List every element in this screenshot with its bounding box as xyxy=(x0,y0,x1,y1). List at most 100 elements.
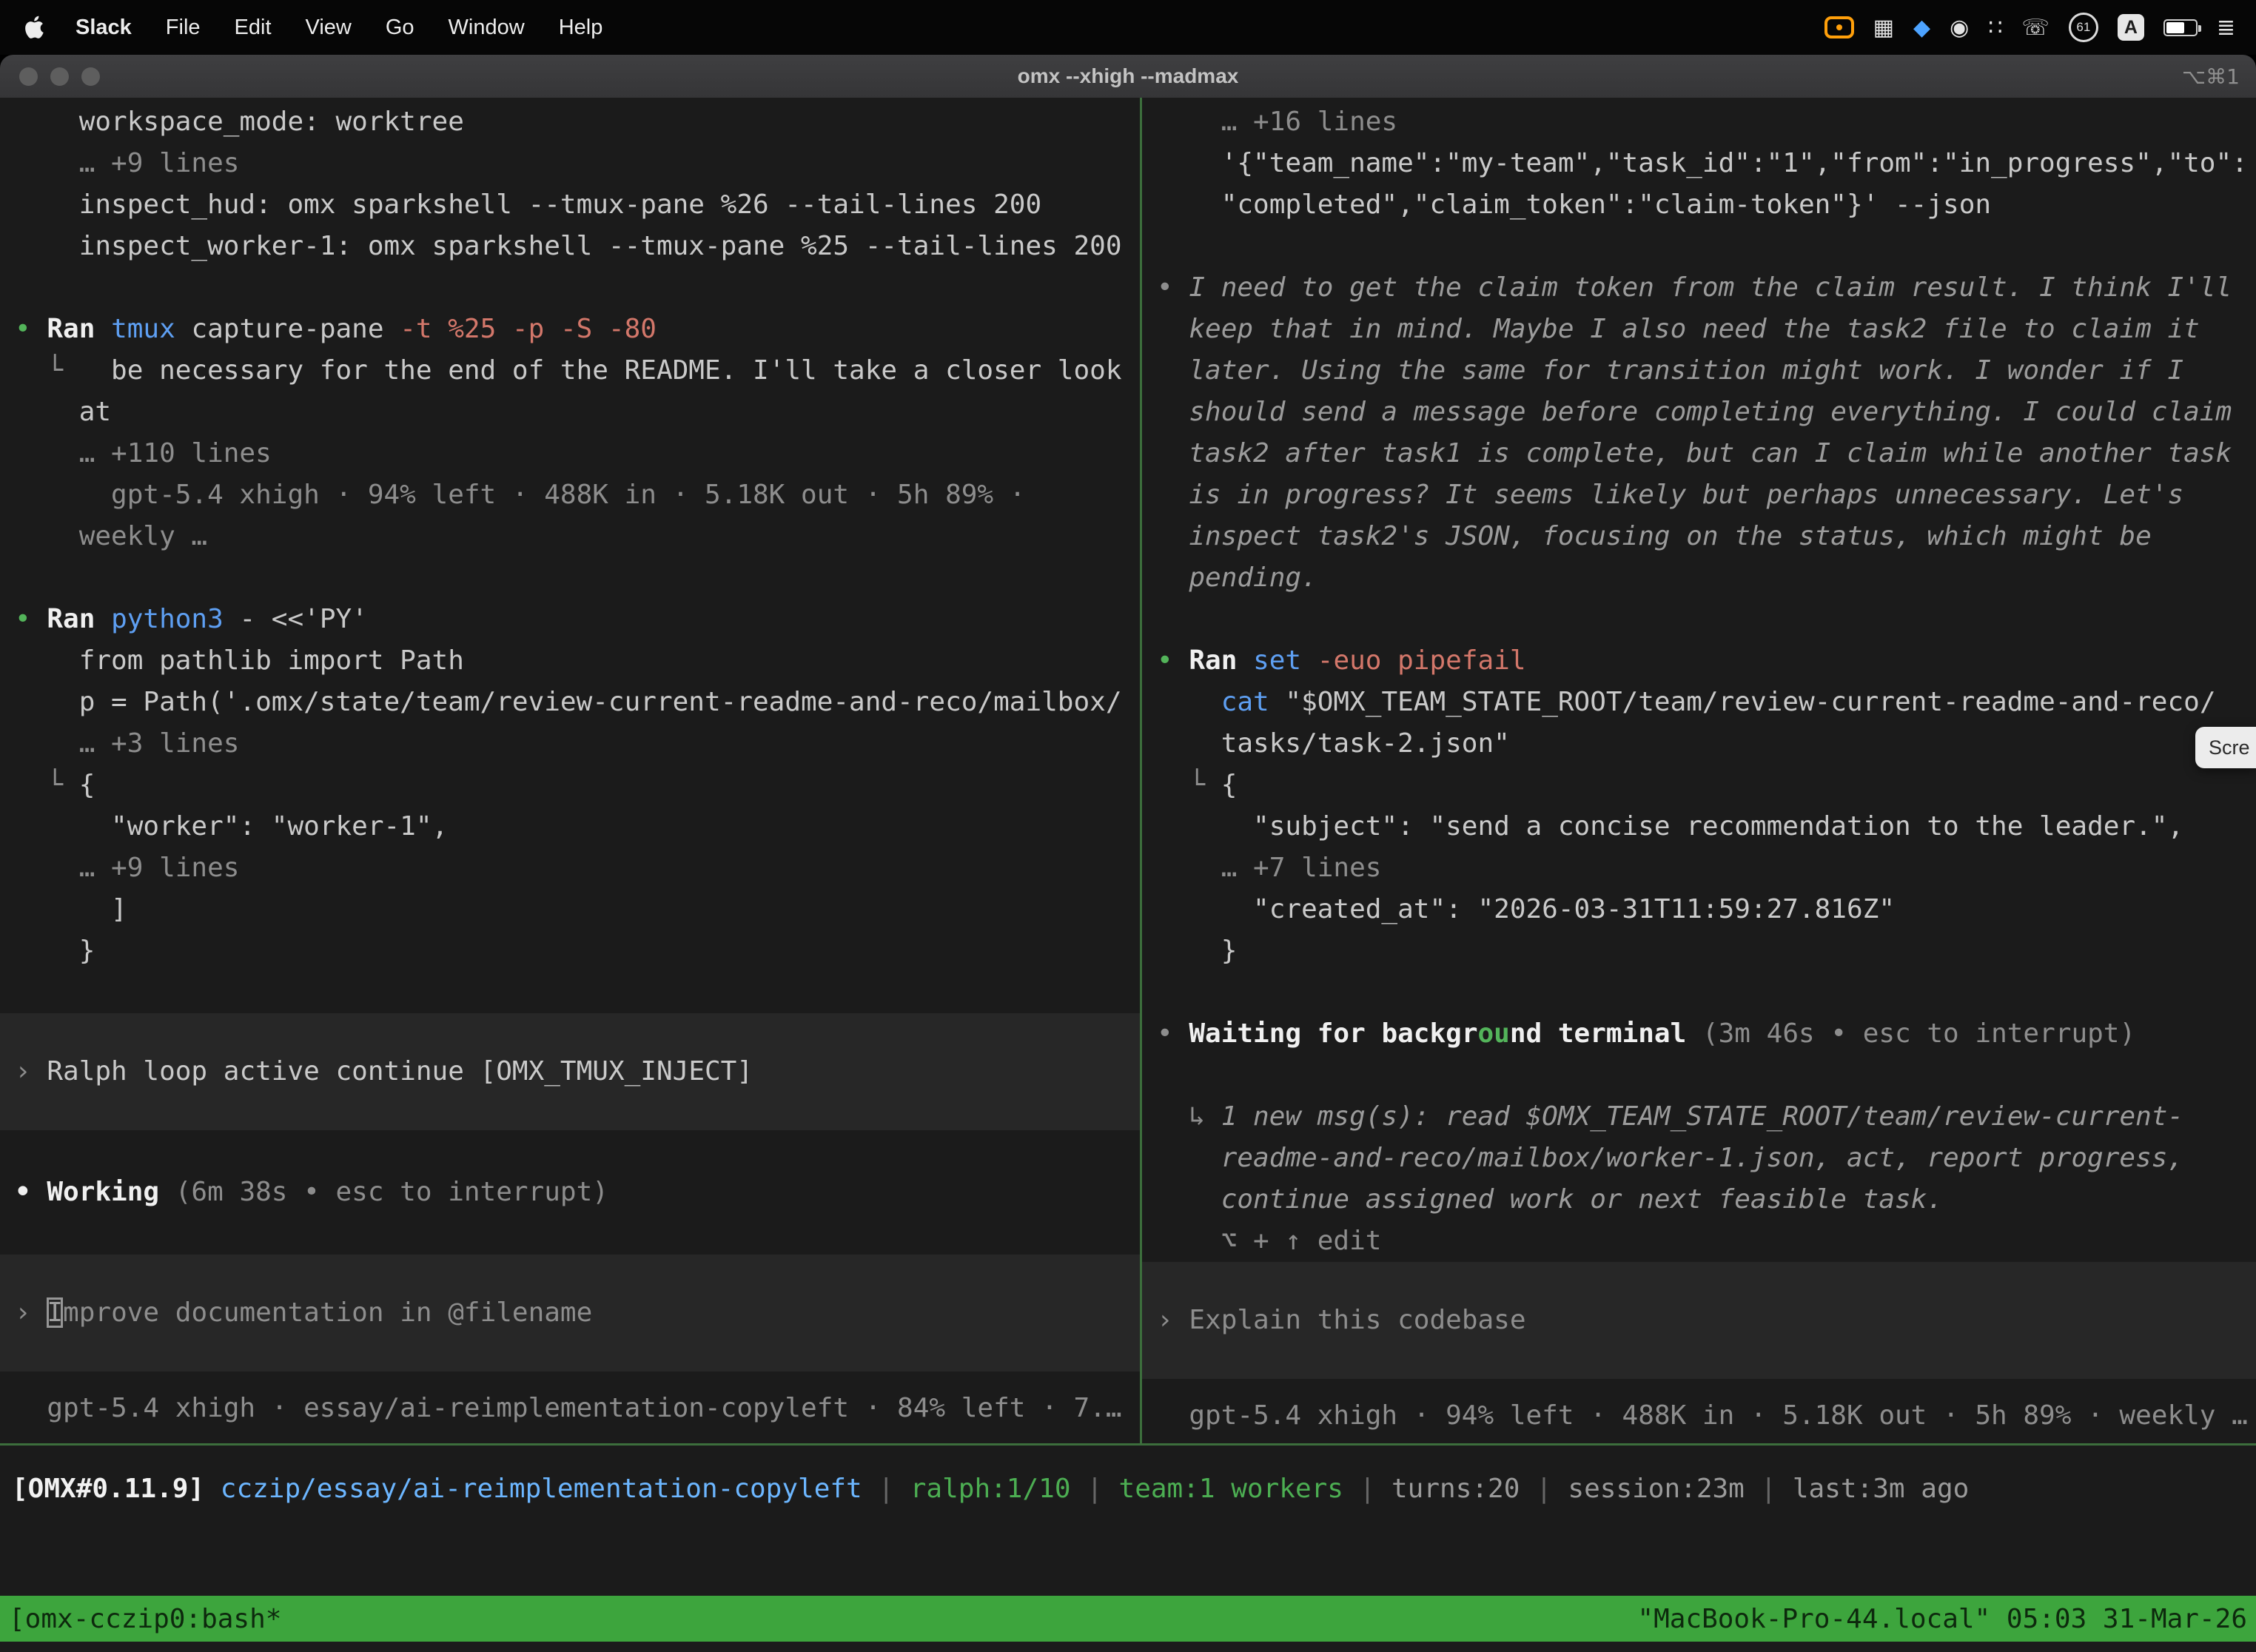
omx-status-segment: | xyxy=(1520,1474,1568,1504)
terminal-line: • Ran set -euo pipefail xyxy=(1142,640,2256,682)
text-segment: nd terminal xyxy=(1510,1018,1702,1049)
text-segment: "completed","claim_token":"claim-token"}… xyxy=(1157,189,1991,220)
terminal-line: … +3 lines xyxy=(0,723,1140,765)
text-segment: Ran xyxy=(47,604,111,634)
text-segment: '{"team_name":"my-team","task_id":"1","f… xyxy=(1157,148,2248,178)
terminal-line: continue assigned work or next feasible … xyxy=(1142,1179,2256,1220)
text-segment: inspect_hud: omx sparkshell --tmux-pane … xyxy=(15,189,1041,220)
menu-slack[interactable]: Slack xyxy=(58,16,149,40)
text-segment: Ran xyxy=(47,314,111,344)
right-pane[interactable]: … +16 lines '{"team_name":"my-team","tas… xyxy=(1142,98,2256,1443)
pane-divider-horizontal xyxy=(0,1443,2256,1446)
text-segment: › xyxy=(15,1297,47,1328)
terminal-line: inspect_worker-1: omx sparkshell --tmux-… xyxy=(0,226,1140,267)
text-segment: … +9 lines xyxy=(15,148,239,178)
text-segment: p = Path('.omx/state/team/review-current… xyxy=(15,687,1122,717)
omx-status-segment: team:1 workers xyxy=(1119,1474,1343,1504)
terminal-line xyxy=(1142,599,2256,640)
terminal-line: • Ran python3 - <<'PY' xyxy=(0,599,1140,640)
text-segment: readme-and-reco/mailbox/worker-1.json, a… xyxy=(1157,1143,2183,1173)
window-tiles-icon[interactable]: ▦ xyxy=(1873,15,1894,41)
menu-view[interactable]: View xyxy=(289,16,369,40)
traffic-lights xyxy=(0,67,100,86)
control-center-icon[interactable]: ≣ xyxy=(2217,15,2235,41)
text-segment: └ xyxy=(1157,770,1221,800)
terminal-line: • Waiting for background terminal (3m 46… xyxy=(1142,1013,2256,1055)
terminal-line: … +110 lines xyxy=(0,433,1140,474)
text-segment: … +16 lines xyxy=(1157,107,1397,137)
text-segment: › xyxy=(15,1056,47,1087)
terminal-line: ⌥ + ↑ edit xyxy=(1142,1220,2256,1262)
terminal-line: … +16 lines xyxy=(1142,101,2256,143)
pane-divider-vertical[interactable] xyxy=(1140,98,1142,1443)
terminal-line: readme-and-reco/mailbox/worker-1.json, a… xyxy=(1142,1138,2256,1179)
text-segment: … +3 lines xyxy=(15,728,239,759)
menu-file[interactable]: File xyxy=(149,16,218,40)
text-segment: should send a message before completing … xyxy=(1157,397,2232,427)
menu-window[interactable]: Window xyxy=(432,16,542,40)
omx-status-segment: | xyxy=(862,1474,910,1504)
terminal-line: • I need to get the claim token from the… xyxy=(1142,267,2256,309)
screen-recording-indicator[interactable] xyxy=(1824,16,1854,38)
omx-status-segment: turns:20 xyxy=(1391,1474,1520,1504)
terminal-line: inspect_hud: omx sparkshell --tmux-pane … xyxy=(0,184,1140,226)
terminal-line: from pathlib import Path xyxy=(0,640,1140,682)
text-segment: ⌥ + ↑ edit xyxy=(1157,1226,1381,1256)
terminal-line: } xyxy=(0,930,1140,972)
terminal-line: should send a message before completing … xyxy=(1142,392,2256,433)
text-segment: "worker": "worker-1", xyxy=(15,811,448,842)
text-segment: python3 xyxy=(111,604,239,634)
app-circle-icon[interactable]: ◉ xyxy=(1950,15,1969,41)
text-segment: weekly … xyxy=(15,521,207,551)
omx-status-segment: session:23m xyxy=(1568,1474,1744,1504)
text-segment: gpt-5.4 xhigh · 94% left · 488K in · 5.1… xyxy=(1157,1400,2248,1431)
terminal-line: └ { xyxy=(1142,765,2256,806)
tmux-host-clock: "MacBook-Pro-44.local" 05:03 31-Mar-26 xyxy=(1637,1604,2247,1634)
window-shortcut-hint: ⌥⌘1 xyxy=(2182,64,2256,89)
text-segment: gpt-5.4 xhigh · 94% left · 488K in · 5.1… xyxy=(15,480,1025,510)
zoom-button[interactable] xyxy=(81,67,100,86)
window-titlebar[interactable]: omx --xhigh --madmax ⌥⌘1 xyxy=(0,55,2256,98)
screen: { "menubar": { "menus": ["Slack", "File"… xyxy=(0,0,2256,1652)
screen-notification-text: Scre xyxy=(2209,736,2250,759)
menubar: SlackFileEditViewGoWindowHelp ▦ ◆ ◉ ∷ ☏ 61 A ≣ xyxy=(0,0,2256,55)
raycast-icon[interactable]: ◆ xyxy=(1913,15,1930,41)
input-source-icon[interactable]: A xyxy=(2118,14,2144,41)
text-segment: gpt-5.4 xhigh · essay/ai-reimplementatio… xyxy=(15,1393,1122,1423)
prompt-input[interactable]: › Improve documentation in @filename xyxy=(0,1255,1140,1371)
close-button[interactable] xyxy=(19,67,38,86)
terminal: workspace_mode: worktree … +9 lines insp… xyxy=(0,98,2256,1652)
terminal-line: '{"team_name":"my-team","task_id":"1","f… xyxy=(1142,143,2256,184)
text-segment: tmux xyxy=(111,314,191,344)
phone-icon[interactable]: ☏ xyxy=(2021,15,2049,41)
dots-grid-icon[interactable]: ∷ xyxy=(1988,15,2002,41)
text-segment: later. Using the same for transition mig… xyxy=(1157,355,2183,386)
terminal-line: • Working (6m 38s • esc to interrupt) xyxy=(0,1172,1140,1213)
terminal-line: cat "$OMX_TEAM_STATE_ROOT/team/review-cu… xyxy=(1142,682,2256,723)
apple-menu[interactable] xyxy=(21,16,58,39)
text-segment: -t %25 -p -S -80 xyxy=(400,314,657,344)
menu-edit[interactable]: Edit xyxy=(218,16,289,40)
battery-icon[interactable] xyxy=(2163,19,2198,36)
text-segment: › xyxy=(1157,1305,1189,1335)
minimize-button[interactable] xyxy=(50,67,69,86)
terminal-line: ↳ 1 new msg(s): read $OMX_TEAM_STATE_ROO… xyxy=(1142,1096,2256,1138)
terminal-line: inspect task2's JSON, focusing on the st… xyxy=(1142,516,2256,557)
prompt-input[interactable]: › Explain this codebase xyxy=(1142,1262,2256,1379)
terminal-line: └ { xyxy=(0,765,1140,806)
screen-notification-clipped[interactable]: Scre xyxy=(2195,727,2256,768)
text-cursor: I xyxy=(47,1297,63,1328)
text-segment: (6m 38s • esc to interrupt) xyxy=(175,1177,608,1207)
menu-help[interactable]: Help xyxy=(542,16,620,40)
terminal-line: } xyxy=(1142,930,2256,972)
terminal-line xyxy=(1142,226,2256,267)
menu-go[interactable]: Go xyxy=(369,16,432,40)
pane-status-line: gpt-5.4 xhigh · essay/ai-reimplementatio… xyxy=(0,1388,1140,1429)
left-pane[interactable]: workspace_mode: worktree … +9 lines insp… xyxy=(0,98,1140,1443)
text-segment: Working xyxy=(47,1177,175,1207)
text-segment: • xyxy=(1157,272,1189,303)
ralph-loop-banner: › Ralph loop active continue [OMX_TMUX_I… xyxy=(0,1013,1140,1130)
battery-percent-badge[interactable]: 61 xyxy=(2069,13,2098,42)
omx-status-segment: cczip/essay/ai-reimplementation-copyleft xyxy=(221,1474,862,1504)
terminal-line xyxy=(0,557,1140,599)
